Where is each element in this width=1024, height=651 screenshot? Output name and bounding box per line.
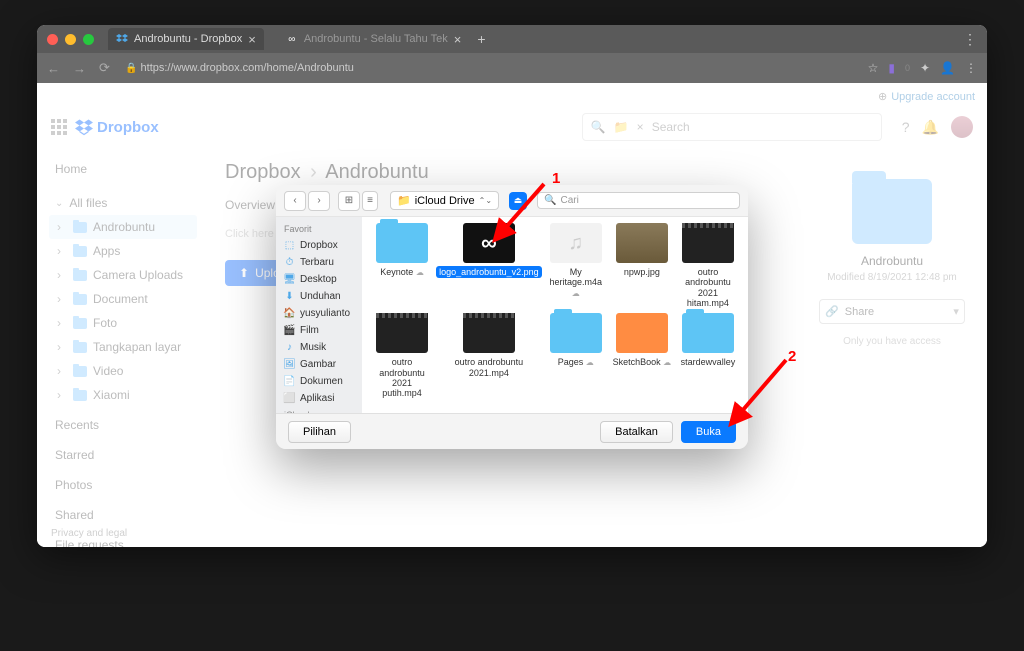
search-input[interactable]: 🔍 Cari — [537, 192, 740, 209]
browser-titlebar: Androbuntu - Dropbox × ∞ Androbuntu - Se… — [37, 25, 987, 53]
location-dropdown[interactable]: 📁 iCloud Drive ⌃⌄ — [390, 191, 499, 210]
profile-icon[interactable]: 👤 — [940, 61, 955, 75]
forward-button[interactable]: › — [308, 191, 330, 211]
back-button[interactable]: ‹ — [284, 191, 306, 211]
close-icon[interactable]: × — [248, 32, 256, 47]
footer-link[interactable]: Privacy and legal — [51, 528, 127, 539]
apps-grid-icon[interactable] — [51, 119, 67, 135]
window-zoom[interactable] — [83, 34, 94, 45]
file-open-dialog: ‹ › ⊞ ≡ 📁 iCloud Drive ⌃⌄ ⏏ 🔍 Cari Favor… — [276, 185, 748, 449]
file-item[interactable]: Pages ☁ — [544, 313, 608, 399]
browser-tab-inactive[interactable]: ∞ Androbuntu - Selalu Tahu Tek × — [278, 28, 470, 50]
cancel-button[interactable]: Batalkan — [600, 421, 673, 443]
options-button[interactable]: Pilihan — [288, 421, 351, 443]
sidebar-folder[interactable]: Foto — [49, 311, 197, 335]
file-item[interactable]: npwp.jpg — [610, 223, 674, 309]
sidebar-home[interactable]: Home — [47, 157, 197, 181]
forward-button[interactable]: → — [73, 61, 87, 76]
tab-title: Androbuntu - Dropbox — [134, 33, 242, 45]
sidebar-item[interactable]: ⏱Terbaru — [276, 254, 362, 271]
sidebar-item[interactable]: 🖼Gambar — [276, 356, 362, 373]
sidebar-folder[interactable]: Androbuntu — [49, 215, 197, 239]
new-tab-button[interactable]: + — [477, 31, 485, 47]
sidebar: Home ⌄ All files Androbuntu Apps Camera … — [37, 149, 207, 547]
folder-meta: Modified 8/19/2021 12:48 pm — [827, 272, 957, 283]
open-button[interactable]: Buka — [681, 421, 736, 443]
avatar[interactable] — [951, 116, 973, 138]
tab-title: Androbuntu - Selalu Tahu Tek — [304, 33, 448, 45]
address-bar[interactable]: 🔒 https://www.dropbox.com/home/Androbunt… — [125, 62, 856, 74]
file-item[interactable]: stardewvalley — [676, 313, 740, 399]
sidebar-item[interactable]: ⬜Aplikasi — [276, 390, 362, 407]
help-icon[interactable]: ? — [902, 119, 910, 135]
browser-menu[interactable]: ⋮ — [963, 31, 977, 48]
extension-icon[interactable]: 0 — [905, 63, 910, 73]
infinity-icon: ∞ — [286, 33, 298, 45]
sidebar-item[interactable]: ⬚Dropbox — [276, 237, 362, 254]
file-item[interactable]: SketchBook ☁ — [610, 313, 674, 399]
dropbox-logo[interactable]: Dropbox — [75, 118, 159, 136]
access-info: Only you have access — [843, 336, 941, 347]
dialog-sidebar: Favorit ⬚Dropbox⏱Terbaru🖥Desktop⬇Unduhan… — [276, 217, 362, 413]
sidebar-item[interactable]: 🎬Film — [276, 322, 362, 339]
file-item[interactable]: ♫My heritage.m4a ☁ — [544, 223, 608, 309]
search-input[interactable]: 🔍 📁 × Search — [582, 113, 882, 141]
sidebar-all-files[interactable]: ⌄ All files — [47, 191, 197, 215]
sidebar-section: Favorit — [276, 221, 362, 237]
extensions-icon[interactable]: ✦ — [920, 61, 930, 75]
dropbox-icon — [116, 33, 128, 45]
bell-icon[interactable]: 🔔 — [922, 119, 939, 136]
list-view[interactable]: ≡ — [362, 191, 378, 211]
sidebar-item[interactable]: Recents — [47, 413, 197, 437]
file-item[interactable]: logo_androbuntu_v2.png — [436, 223, 542, 309]
sidebar-folder[interactable]: Camera Uploads — [49, 263, 197, 287]
dropbox-header: Dropbox 🔍 📁 × Search ? 🔔 — [37, 109, 987, 149]
sidebar-folder[interactable]: Tangkapan layar — [49, 335, 197, 359]
lock-icon: 🔒 — [125, 63, 137, 74]
upgrade-link[interactable]: ⊕Upgrade account — [878, 91, 975, 103]
extension-icon[interactable]: ▮ — [888, 61, 895, 75]
search-icon: 🔍 — [544, 195, 556, 206]
folder-icon — [852, 179, 932, 244]
sidebar-item[interactable]: ⬇Unduhan — [276, 288, 362, 305]
sidebar-folder[interactable]: Apps — [49, 239, 197, 263]
sidebar-item[interactable]: Shared — [47, 503, 197, 527]
sidebar-item[interactable]: ♪Musik — [276, 339, 362, 356]
icon-view[interactable]: ⊞ — [338, 191, 360, 211]
breadcrumb-root[interactable]: Dropbox — [225, 161, 301, 183]
file-item[interactable]: Keynote ☁ — [370, 223, 434, 309]
sidebar-item[interactable]: 📄Dokumen — [276, 373, 362, 390]
folder-name: Androbuntu — [861, 254, 923, 268]
sidebar-item[interactable]: 🏠yusyulianto — [276, 305, 362, 322]
browser-toolbar: ← → ⟳ 🔒 https://www.dropbox.com/home/And… — [37, 53, 987, 83]
back-button[interactable]: ← — [47, 61, 61, 76]
eject-button[interactable]: ⏏ — [509, 192, 527, 210]
file-item[interactable]: outro androbuntu 2021 putih.mp4 — [370, 313, 434, 399]
menu-icon[interactable]: ⋮ — [965, 61, 977, 75]
sidebar-folder[interactable]: Document — [49, 287, 197, 311]
file-item[interactable]: outro androbuntu 2021.mp4 — [436, 313, 542, 399]
sidebar-folder[interactable]: Video — [49, 359, 197, 383]
sidebar-folder[interactable]: Xiaomi — [49, 383, 197, 407]
close-icon[interactable]: × — [454, 32, 462, 47]
folder-icon: 📁 — [397, 194, 411, 207]
sidebar-item[interactable]: 🖥Desktop — [276, 271, 362, 288]
sidebar-item[interactable]: Starred — [47, 443, 197, 467]
browser-tab-active[interactable]: Androbuntu - Dropbox × — [108, 28, 264, 50]
folder-icon: 📁 — [614, 120, 629, 134]
reload-button[interactable]: ⟳ — [99, 60, 113, 76]
breadcrumb-current: Androbuntu — [325, 161, 428, 183]
sidebar-item[interactable]: Photos — [47, 473, 197, 497]
clear-icon[interactable]: × — [637, 120, 644, 134]
file-item[interactable]: outro androbuntu 2021 hitam.mp4 — [676, 223, 740, 309]
window-minimize[interactable] — [65, 34, 76, 45]
search-icon: 🔍 — [591, 120, 606, 134]
star-icon[interactable]: ☆ — [868, 61, 879, 75]
window-close[interactable] — [47, 34, 58, 45]
share-button[interactable]: 🔗 Share ▾ — [819, 299, 965, 324]
